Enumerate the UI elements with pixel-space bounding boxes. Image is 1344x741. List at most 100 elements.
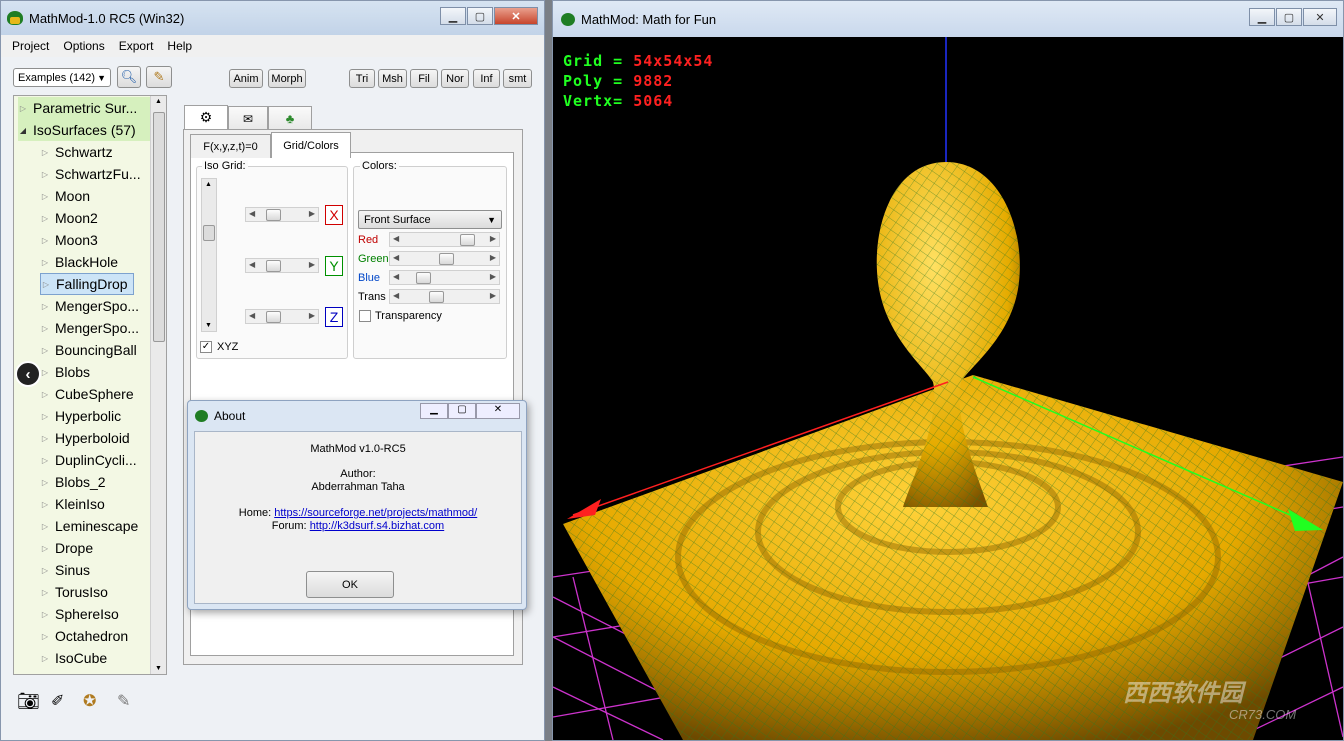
maximize-button[interactable]: ▢ bbox=[467, 7, 493, 25]
3d-viewport[interactable] bbox=[553, 37, 1343, 740]
surface-select[interactable]: Front Surface ▼ bbox=[358, 210, 502, 229]
render-close-button[interactable]: ✕ bbox=[1303, 8, 1337, 26]
home-link[interactable]: https://sourceforge.net/projects/mathmod… bbox=[274, 507, 477, 519]
tree-item[interactable]: ▷ Hyperbolic bbox=[40, 405, 150, 427]
edit-button[interactable]: ✎ bbox=[146, 66, 172, 88]
tree-item[interactable]: ▷ MengerSpo... bbox=[40, 317, 150, 339]
tree-item[interactable]: ▷ KleinIso bbox=[40, 493, 150, 515]
tree-scrollbar-thumb[interactable] bbox=[153, 112, 165, 342]
about-maximize-button[interactable]: ▢ bbox=[448, 403, 476, 419]
mathmod-logo-icon bbox=[7, 11, 23, 25]
tree-item-label: MengerSpo... bbox=[55, 298, 140, 314]
expand-icon: ▷ bbox=[41, 477, 49, 487]
about-dialog: About ▁ ▢ ✕ MathMod v1.0-RC5 Author: Abd… bbox=[187, 400, 527, 610]
render-maximize-button[interactable]: ▢ bbox=[1276, 8, 1302, 26]
tree-item[interactable]: ▷ FallingDrop bbox=[40, 273, 134, 295]
tree-item[interactable]: ▷ Blobs bbox=[40, 361, 150, 383]
tree-item[interactable]: ▷ CubeSphere bbox=[40, 383, 150, 405]
tree-item-label: SchwartzFu... bbox=[55, 166, 141, 182]
channel-slider[interactable]: ◀ ▶ bbox=[389, 251, 500, 266]
poly-info-label: Poly = bbox=[563, 72, 624, 90]
ok-button[interactable]: OK bbox=[306, 571, 394, 598]
menu-export[interactable]: Export bbox=[112, 39, 161, 53]
camera-icon[interactable]: 📷︎ bbox=[17, 691, 40, 712]
xyz-checkbox[interactable]: ✓ bbox=[200, 341, 212, 353]
z-grid-slider[interactable]: ◀ ▶ bbox=[245, 309, 319, 324]
mathmod-logo-icon bbox=[561, 12, 575, 26]
y-grid-slider[interactable]: ◀ ▶ bbox=[245, 258, 319, 273]
channel-slider[interactable]: ◀ ▶ bbox=[389, 232, 500, 247]
tree-item[interactable]: ▷ Moon bbox=[40, 185, 150, 207]
tree-item[interactable]: ▷ IsoCube bbox=[40, 647, 150, 669]
eraser-icon[interactable]: ✐ bbox=[51, 691, 64, 711]
morph-button[interactable]: Morph bbox=[268, 69, 306, 88]
tab-function[interactable]: F(x,y,z,t)=0 bbox=[190, 134, 271, 158]
tree-item[interactable]: ▷ SphereIso bbox=[40, 603, 150, 625]
close-button[interactable]: ✕ bbox=[494, 7, 538, 25]
tab-scripts[interactable]: ✉ bbox=[228, 106, 268, 130]
tab-settings[interactable]: ⚙ bbox=[184, 105, 228, 129]
tri-button[interactable]: Tri bbox=[349, 69, 375, 88]
tree-item-parametric[interactable]: ▷ Parametric Sur... bbox=[18, 97, 158, 119]
render-minimize-button[interactable]: ▁ bbox=[1249, 8, 1275, 26]
tree-item[interactable]: ▷ BlackHole bbox=[40, 251, 150, 273]
wrench-icon[interactable]: ✎ bbox=[117, 691, 130, 711]
surface-select-value: Front Surface bbox=[364, 213, 431, 226]
nor-button[interactable]: Nor bbox=[441, 69, 469, 88]
forum-label: Forum: bbox=[271, 520, 307, 532]
iso-grid-scrollbar-thumb[interactable] bbox=[203, 225, 215, 241]
minimize-button[interactable]: ▁ bbox=[440, 7, 466, 25]
tree-item-isosurfaces[interactable]: ◢ IsoSurfaces (57) bbox=[18, 119, 152, 141]
tree-item[interactable]: ▷ MengerSpo... bbox=[40, 295, 150, 317]
tree-item[interactable]: ▷ Hyperboloid bbox=[40, 427, 150, 449]
paint-icon[interactable]: ✪ bbox=[83, 691, 96, 711]
bottom-toolbar: 📷︎ ✐ ✪ ✎ bbox=[1, 681, 544, 740]
vertx-info: Vertx= 5064 bbox=[563, 92, 673, 110]
forum-link[interactable]: http://k3dsurf.s4.bizhat.com bbox=[310, 520, 445, 532]
about-titlebar[interactable]: About bbox=[195, 409, 245, 423]
tree-item[interactable]: ▷ DuplinCycli... bbox=[40, 449, 150, 471]
smt-button[interactable]: smt bbox=[503, 69, 532, 88]
anim-button[interactable]: Anim bbox=[229, 69, 263, 88]
tree-item[interactable]: ▷ TorusIso bbox=[40, 581, 150, 603]
inf-button[interactable]: Inf bbox=[473, 69, 500, 88]
msh-button[interactable]: Msh bbox=[378, 69, 407, 88]
examples-combobox[interactable]: Examples (142) ▼ bbox=[13, 68, 111, 87]
tree-item[interactable]: ▷ Drope bbox=[40, 537, 150, 559]
channel-slider[interactable]: ◀ ▶ bbox=[389, 270, 500, 285]
tree-item-label: TorusIso bbox=[55, 584, 108, 600]
tree-item[interactable]: ▷ Sinus bbox=[40, 559, 150, 581]
menu-project[interactable]: Project bbox=[5, 39, 56, 53]
tab-grid-colors[interactable]: Grid/Colors bbox=[271, 132, 351, 158]
tree-item[interactable]: ▷ Leminescape bbox=[40, 515, 150, 537]
main-titlebar[interactable]: MathMod-1.0 RC5 (Win32) ▁ ▢ ✕ bbox=[1, 1, 544, 35]
pencil-icon: ✎ bbox=[153, 69, 165, 84]
channel-slider[interactable]: ◀ ▶ bbox=[389, 289, 500, 304]
iso-grid-scrollbar[interactable]: ▲ ▼ bbox=[201, 178, 217, 332]
tree-item[interactable]: ▷ Moon2 bbox=[40, 207, 150, 229]
transparency-checkbox[interactable] bbox=[359, 310, 371, 322]
menu-help[interactable]: Help bbox=[160, 39, 199, 53]
tree-item[interactable]: ▷ Schwartz bbox=[40, 141, 150, 163]
render-titlebar[interactable]: MathMod: Math for Fun ▁ ▢ ✕ bbox=[553, 1, 1343, 37]
search-button[interactable]: 🔍︎ bbox=[117, 66, 141, 88]
tab-tree[interactable]: ♣ bbox=[268, 106, 312, 130]
about-close-button[interactable]: ✕ bbox=[476, 403, 520, 419]
menu-options[interactable]: Options bbox=[56, 39, 111, 53]
tree-item[interactable]: ▷ Blobs_2 bbox=[40, 471, 150, 493]
about-content: MathMod v1.0-RC5 Author: Abderrahman Tah… bbox=[194, 431, 522, 604]
scroll-icon: ✉ bbox=[242, 111, 254, 126]
tree-item-label: BlackHole bbox=[55, 254, 119, 270]
tree-item[interactable]: ▷ Moon3 bbox=[40, 229, 150, 251]
tree-item[interactable]: ▷ Octahedron bbox=[40, 625, 150, 647]
expand-icon: ▷ bbox=[41, 367, 49, 377]
tree-item[interactable]: ▷ BouncingBall bbox=[40, 339, 150, 361]
tree-item[interactable]: ▷ SchwartzFu... bbox=[40, 163, 150, 185]
x-grid-slider[interactable]: ◀ ▶ bbox=[245, 207, 319, 222]
about-minimize-button[interactable]: ▁ bbox=[420, 403, 448, 419]
expand-icon: ▷ bbox=[41, 587, 49, 597]
about-home-line: Home: https://sourceforge.net/projects/m… bbox=[195, 507, 521, 519]
collapse-panel-button[interactable]: ‹ bbox=[15, 361, 41, 387]
tree-scrollbar[interactable]: ▲ ▼ bbox=[150, 96, 166, 674]
fil-button[interactable]: Fil bbox=[410, 69, 438, 88]
